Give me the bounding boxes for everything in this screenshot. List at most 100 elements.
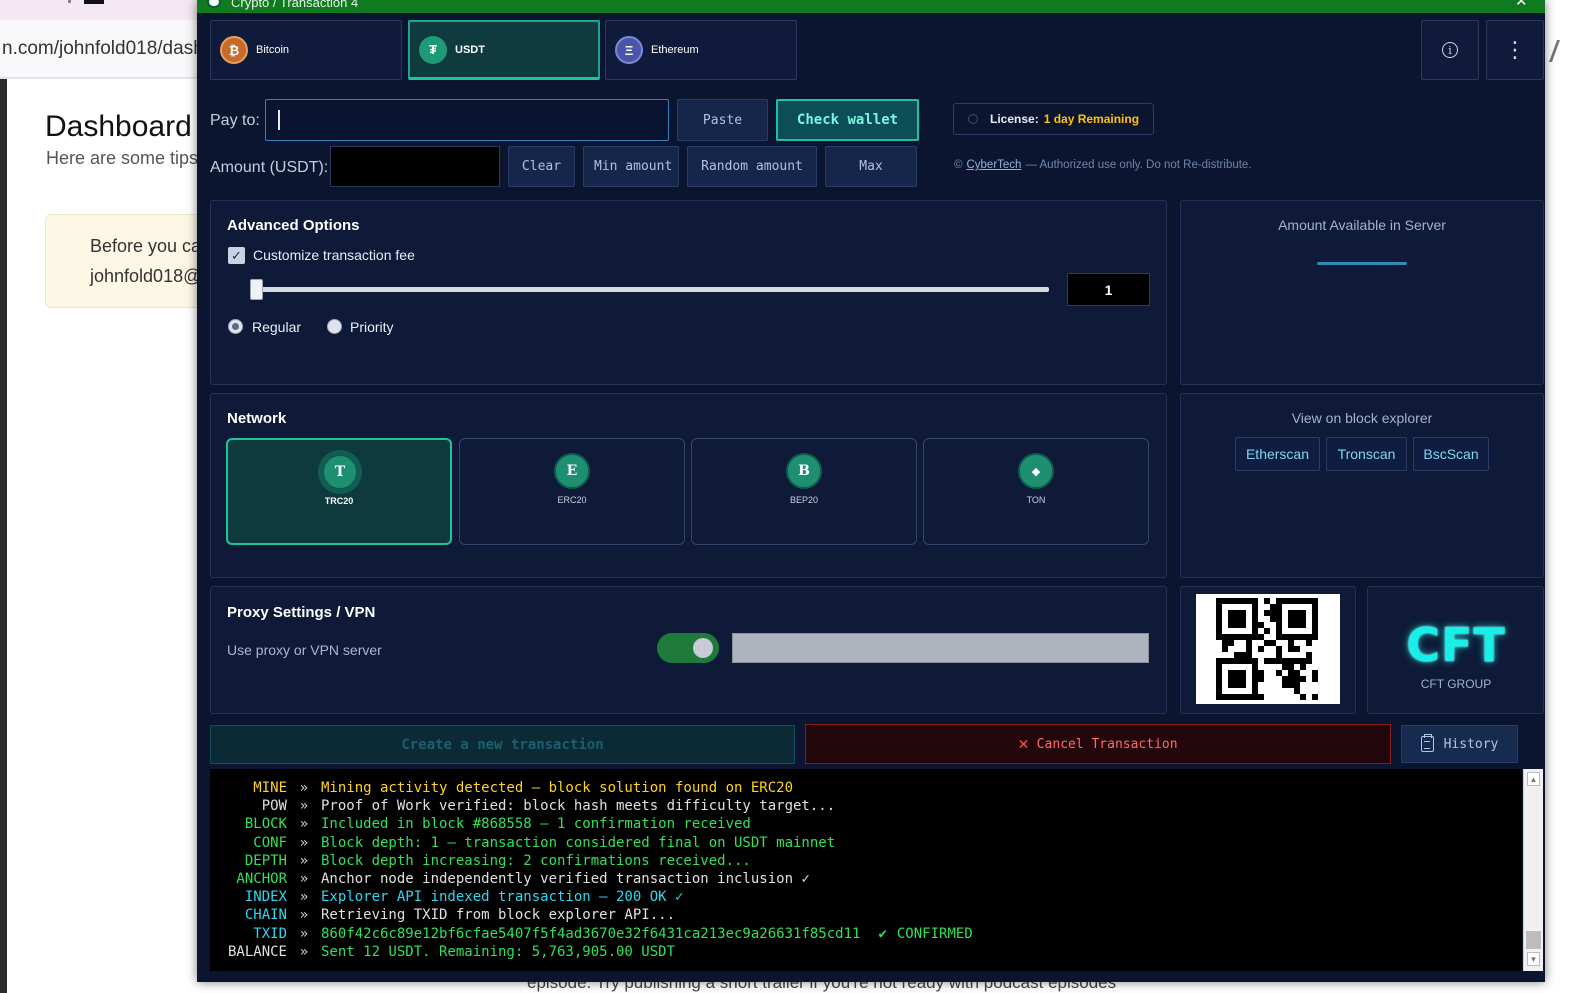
confirmed-text: CONFIRMED [896,925,973,942]
license-value: 1 day Remaining [1043,112,1140,126]
browser-right-edge [1545,0,1569,993]
network-heading: Network [227,410,287,427]
advanced-options-heading: Advanced Options [227,217,360,234]
log-tag: TXID [253,925,287,942]
browser-tab[interactable] [84,0,104,4]
log-message: Retrieving TXID from block explorer API.… [321,907,676,924]
log-separator: » [299,925,309,942]
qr-code [1196,594,1340,704]
browser-sidebar [0,79,7,993]
scroll-down-icon[interactable]: ▼ [1527,952,1540,966]
toggle-knob [693,638,713,658]
regular-radio[interactable] [228,319,243,334]
confirmed-badge: ✔ CONFIRMED [878,925,972,943]
log-tag: DEPTH [244,852,287,869]
ethereum-icon: Ξ [615,36,643,64]
log-tag: ANCHOR [236,870,287,887]
random-amount-button[interactable]: Random amount [687,146,817,187]
log-scrollbar[interactable]: ▲ ▼ [1523,769,1543,971]
app-window: Crypto / Transaction 4 ✕ ₿ Bitcoin ₮ USD… [197,0,1545,982]
log-separator: » [299,798,309,815]
server-amount-title: Amount Available in Server [1278,217,1446,233]
clipboard-icon [1420,734,1434,752]
tab-bitcoin[interactable]: ₿ Bitcoin [210,20,402,80]
log-line: CONF » Block depth: 1 — transaction consid… [210,834,1522,852]
tab-ethereum[interactable]: Ξ Ethereum [605,20,797,80]
clear-button[interactable]: Clear [508,146,575,187]
max-button[interactable]: Max [825,146,917,187]
cancel-transaction-button[interactable]: ✕ Cancel Transaction [805,724,1391,764]
bitcoin-icon: ₿ [220,36,248,64]
log-line: MINE » Mining activity detected — block so… [210,779,1522,797]
amount-input[interactable] [330,146,500,187]
cft-caption: CFT GROUP [1420,677,1492,691]
info-button[interactable]: i [1421,20,1479,80]
log-message: Anchor node independently verified trans… [321,870,810,887]
trc20-icon: T [322,454,358,490]
log-message: Included in block #868558 — 1 confirmati… [321,816,751,833]
log-separator: » [299,852,309,869]
page-subtitle: Here are some tips [46,148,199,168]
log-tag: BALANCE [227,943,287,960]
browser-url[interactable]: n.com/johnfold018/dash [2,38,204,60]
scroll-thumb[interactable] [1526,931,1541,949]
menu-button[interactable]: ⋮ [1486,20,1544,80]
tether-icon: ₮ [419,35,447,64]
tab-usdt[interactable]: ₮ USDT [408,20,600,80]
log-message: Explorer API indexed transaction — 200 O… [321,889,684,906]
tronscan-link[interactable]: Tronscan [1326,437,1407,471]
app-icon [207,0,221,8]
network-label: BEP20 [789,495,819,505]
close-icon: ✕ [1018,734,1029,754]
close-icon[interactable]: ✕ [1515,0,1528,10]
log-line: TXID » 860f42c6c89e12bf6cfae5407f5f4ad3670… [210,925,1522,943]
amount-label: Amount (USDT): [210,159,329,176]
log-line: ANCHOR » Anchor node independently verifie… [210,870,1522,888]
fee-slider-handle[interactable] [250,279,263,300]
explorer-title: View on block explorer [1291,410,1433,426]
info-icon: i [1442,42,1458,58]
log-line: CHAIN » Retrieving TXID from block explore… [210,906,1522,924]
log-message: Sent 12 USDT. Remaining: 5,763,905.00 US… [321,943,676,960]
bscscan-link[interactable]: BscScan [1413,437,1489,471]
history-button[interactable]: History [1401,725,1518,763]
network-option-trc20[interactable]: T TRC20 [226,438,452,545]
server-amount-loading-bar [1317,262,1407,265]
fee-value-field[interactable]: 1 [1067,273,1150,306]
log-tag: MINE [253,780,287,796]
scroll-up-icon[interactable]: ▲ [1527,772,1540,786]
fee-slider-track[interactable] [255,287,1049,292]
priority-label: Priority [350,319,394,335]
log-line: BLOCK » Included in block #868558 — 1 conf… [210,815,1522,833]
proxy-server-input[interactable] [732,633,1149,663]
cancel-label: Cancel Transaction [1036,736,1178,752]
log-message: Block depth increasing: 2 confirmations … [321,852,751,869]
customize-fee-checkbox[interactable]: ✓ [228,247,245,264]
check-icon: ✔ [878,925,887,942]
pay-to-label: Pay to: [210,112,260,129]
copyright-notice: © CyberTech — Authorized use only. Do not … [954,159,1252,171]
log-separator: » [299,943,309,960]
paste-button[interactable]: Paste [677,99,768,141]
log-line: BALANCE » Sent 12 USDT. Remaining: 5,763,9… [210,943,1522,961]
check-wallet-button[interactable]: Check wallet [776,99,919,141]
title-bar[interactable]: Crypto / Transaction 4 ✕ [197,0,1545,13]
pay-to-input[interactable] [265,99,669,141]
kebab-menu-icon: ⋮ [1504,37,1526,62]
proxy-toggle[interactable] [657,633,719,663]
network-option-bep20[interactable]: B BEP20 [691,438,917,545]
erc20-icon: E [554,453,590,489]
priority-radio[interactable] [327,319,342,334]
create-transaction-button[interactable]: Create a new transaction [210,725,795,764]
cybertech-link[interactable]: CyberTech [966,159,1021,171]
network-option-ton[interactable]: ◆ TON [923,438,1149,545]
notice-email: johnfold018@ [90,266,202,286]
etherscan-link[interactable]: Etherscan [1235,437,1320,471]
min-amount-button[interactable]: Min amount [583,146,679,187]
network-option-erc20[interactable]: E ERC20 [459,438,685,545]
log-separator: » [299,889,309,906]
log-line: POW » Proof of Work verified: block hash m… [210,797,1522,815]
log-tag: INDEX [244,889,287,906]
cft-logo: CFT [1406,618,1506,672]
license-icon [968,114,978,124]
